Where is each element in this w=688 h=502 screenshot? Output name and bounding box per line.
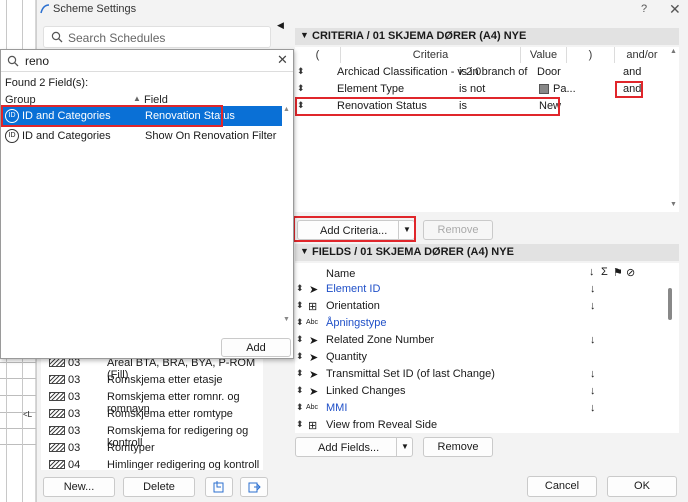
flag-header-icon: ⚑ (613, 267, 623, 279)
cancel-button[interactable]: Cancel (527, 476, 597, 497)
drag-handle-icon[interactable]: ⬍ (296, 283, 304, 294)
field-row[interactable]: ⬍ ⊞ Orientation ↓ (295, 298, 679, 315)
schedule-item[interactable]: 03 Romskjema etter romnr. og romnavn (47, 389, 263, 415)
col-and-or: and/or (626, 49, 658, 61)
close-button[interactable]: ✕ (669, 1, 681, 18)
criteria-table: ( Criteria Value ) and/or ⬍ Archicad Cla… (295, 47, 679, 212)
sort-ascending-icon: ▲ (133, 94, 141, 103)
drag-handle-icon[interactable]: ⬍ (296, 334, 304, 345)
field-row[interactable]: ⬍ Abc MMI ↓ (295, 400, 679, 417)
grid-icon: ⊞ (308, 301, 318, 313)
add-fields-button[interactable]: Add Fields... ▼ (295, 437, 413, 457)
field-row[interactable]: ⬍ ➤ Transmittal Set ID (of last Change) … (295, 366, 679, 383)
col-value: Value (521, 47, 567, 63)
help-button[interactable]: ? (641, 3, 647, 15)
search-icon (51, 31, 63, 43)
collapse-triangle-icon: ▼ (300, 30, 309, 40)
title-bar: Scheme Settings ? ✕ (37, 0, 688, 20)
field-row[interactable]: ⬍ ⊞ View from Reveal Side (295, 417, 679, 433)
col-open-paren: ( (295, 47, 341, 63)
found-count-label: Found 2 Field(s): (5, 77, 89, 89)
schedule-pattern-icon (49, 426, 65, 435)
collapse-triangle-icon: ▼ (300, 246, 309, 256)
sum-header-icon: Σ (601, 266, 608, 278)
add-field-button[interactable]: Add (221, 338, 291, 357)
result-row[interactable]: ID ID and Categories Show On Renovation … (2, 126, 282, 146)
property-cursor-icon: ➤ (309, 369, 319, 381)
drag-handle-icon[interactable]: ⬍ (296, 419, 304, 430)
import-icon (213, 481, 224, 493)
drag-handle-icon[interactable]: ⬍ (296, 385, 304, 396)
fields-scrollbar-thumb[interactable] (668, 288, 672, 320)
highlight-renovation-row (295, 97, 560, 116)
schedule-pattern-icon (49, 443, 65, 452)
export-icon (248, 482, 261, 493)
app-icon (40, 4, 50, 14)
abc-text-icon: Abc (306, 319, 319, 326)
abc-text-icon: Abc (306, 404, 319, 411)
dropdown-arrow-icon[interactable]: ▼ (396, 438, 413, 456)
field-row[interactable]: ⬍ ➤ Element ID ↓ (295, 281, 679, 298)
field-row[interactable]: ⬍ Abc Åpningstype (295, 315, 679, 332)
col-close-paren: ) (567, 47, 615, 63)
new-schedule-button[interactable]: New... (43, 477, 115, 497)
highlight-and-cell (615, 81, 643, 98)
hide-header-icon: ⊘ (626, 267, 636, 279)
field-row[interactable]: ⬍ ➤ Quantity (295, 349, 679, 366)
schedule-item[interactable]: 04 Himlinger redigering og kontroll (47, 457, 263, 470)
id-category-icon: ID (5, 129, 19, 143)
schedule-pattern-icon (49, 392, 65, 401)
field-search-input[interactable]: reno ✕ (1, 50, 293, 72)
schedule-pattern-icon (49, 409, 65, 418)
property-cursor-icon: ➤ (309, 352, 319, 364)
drag-handle-icon[interactable]: ⬍ (296, 300, 304, 311)
search-schedules-input[interactable]: Search Schedules (43, 26, 271, 48)
drag-handle-icon[interactable]: ⬍ (296, 368, 304, 379)
sort-header-icon: ↓ (589, 266, 595, 278)
field-search-value: reno (25, 54, 50, 68)
remove-fields-button[interactable]: Remove (423, 437, 493, 457)
criteria-scrollbar[interactable]: ▲ ▼ (669, 47, 679, 212)
field-row[interactable]: ⬍ ➤ Linked Changes ↓ (295, 383, 679, 400)
collapse-panel-icon[interactable]: ◀ (277, 20, 284, 31)
ok-button[interactable]: OK (607, 476, 677, 497)
field-row[interactable]: ⬍ ➤ Related Zone Number ↓ (295, 332, 679, 349)
search-icon (7, 55, 19, 67)
export-button[interactable] (240, 477, 268, 497)
element-type-icon (539, 84, 549, 94)
remove-criteria-button[interactable]: Remove (423, 220, 493, 240)
drag-handle-icon[interactable]: ⬍ (297, 66, 305, 77)
import-button[interactable] (205, 477, 233, 497)
schedule-item[interactable]: 03 Romskjema etter romtype (47, 406, 263, 423)
criteria-section-header[interactable]: ▼ CRITERIA / 01 SKJEMA DØRER (A4) NYE (295, 28, 679, 45)
schedule-list: 03 Areal BTA, BRA, BYA, P-ROM (Fill) 03 Ro… (41, 355, 263, 470)
popup-scrollbar[interactable]: ▲ ▼ (283, 106, 292, 326)
property-cursor-icon: ➤ (309, 386, 319, 398)
highlight-add-criteria (293, 216, 416, 242)
drag-handle-icon[interactable]: ⬍ (296, 402, 304, 413)
property-cursor-icon: ➤ (309, 284, 319, 296)
schedule-pattern-icon (49, 358, 65, 367)
col-criteria: Criteria (341, 47, 521, 63)
delete-schedule-button[interactable]: Delete (123, 477, 195, 497)
fields-name-header: Name (326, 268, 356, 280)
schedule-pattern-icon (49, 375, 65, 384)
property-cursor-icon: ➤ (309, 335, 319, 347)
window-title: Scheme Settings (53, 3, 137, 15)
field-search-popup: reno ✕ Found 2 Field(s): Group ▲ Field I… (0, 49, 294, 359)
clear-search-icon[interactable]: ✕ (277, 52, 288, 68)
grid-icon: ⊞ (308, 420, 318, 432)
schedule-item[interactable]: 03 Romskjema for redigering og kontroll (47, 423, 263, 449)
drag-handle-icon[interactable]: ⬍ (297, 83, 305, 94)
criteria-row[interactable]: ⬍ Archicad Classification - v 2.0 is in … (295, 64, 679, 81)
schedule-pattern-icon (49, 460, 65, 469)
fields-section-header[interactable]: ▼ FIELDS / 01 SKJEMA DØRER (A4) NYE (295, 244, 679, 261)
drag-handle-icon[interactable]: ⬍ (296, 351, 304, 362)
search-placeholder: Search Schedules (68, 31, 166, 45)
fields-table: Name ↓ Σ ⚑ ⊘ ⬍ ➤ Element ID ↓ ⬍ ⊞ Orient… (295, 263, 679, 433)
schedule-item[interactable]: 03 Romskjema etter etasje (47, 372, 263, 389)
schedule-item[interactable]: 03 Romtyper (47, 440, 263, 457)
drag-handle-icon[interactable]: ⬍ (296, 317, 304, 328)
highlight-selected-result (1, 105, 223, 127)
